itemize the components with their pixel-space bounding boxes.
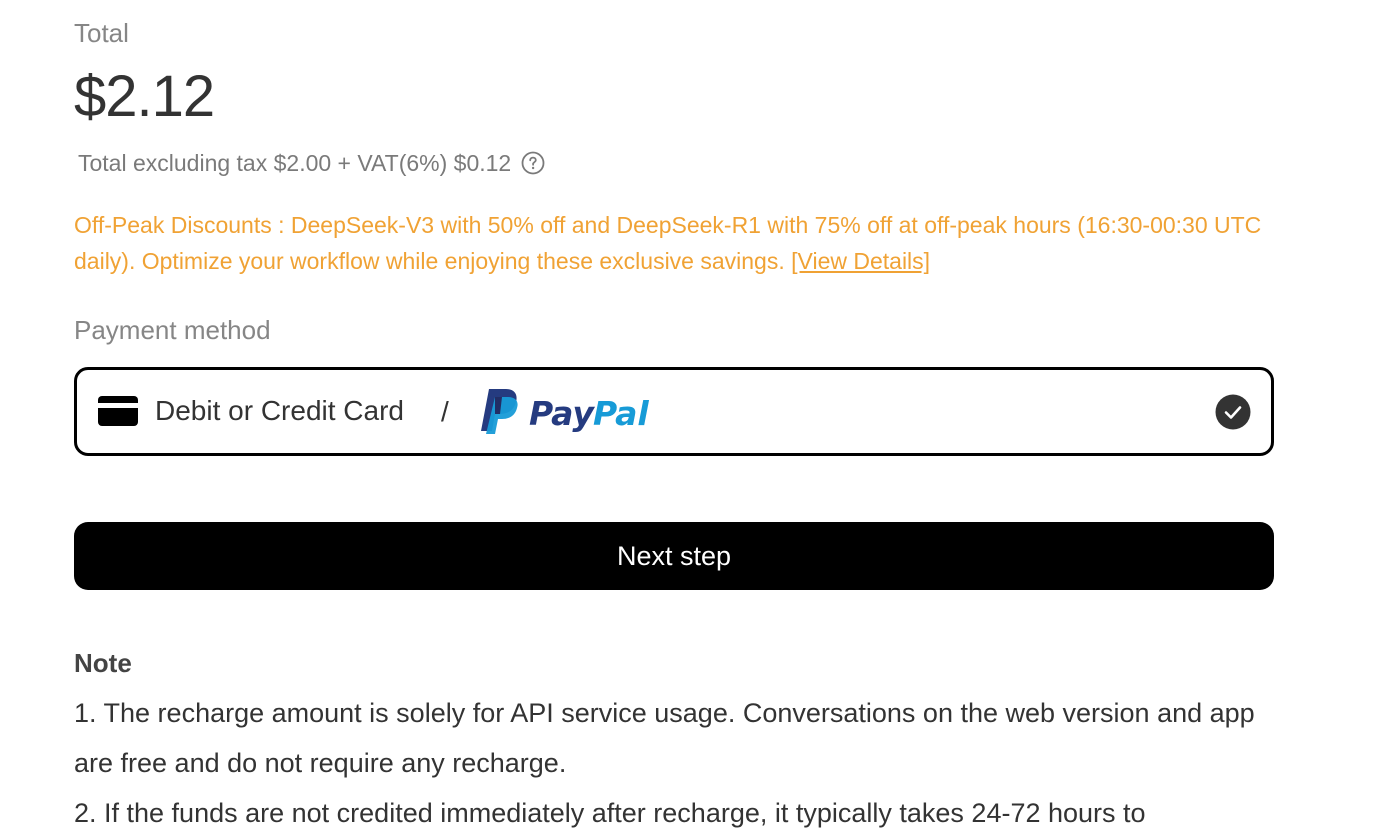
next-step-button[interactable]: Next step	[74, 522, 1274, 590]
payment-option-card-paypal[interactable]: Debit or Credit Card / Pay Pal	[74, 367, 1274, 456]
check-circle-icon	[1215, 394, 1251, 430]
view-details-link[interactable]: [View Details]	[791, 248, 930, 274]
paypal-wordmark-pay: Pay	[529, 394, 595, 433]
off-peak-discount-text: Off-Peak Discounts : DeepSeek-V3 with 50…	[74, 212, 1262, 274]
note-title: Note	[74, 648, 132, 678]
payment-option-separator: /	[441, 396, 449, 427]
total-amount: $2.12	[74, 64, 215, 129]
credit-card-icon	[98, 396, 138, 426]
payment-method-label: Payment method	[74, 315, 271, 345]
question-circle-icon[interactable]	[521, 151, 545, 175]
payment-option-label: Debit or Credit Card	[155, 395, 404, 426]
note-list: 1. The recharge amount is solely for API…	[74, 688, 1274, 838]
tax-breakdown-text: Total excluding tax $2.00 + VAT(6%) $0.1…	[78, 150, 512, 176]
note-item: 2. If the funds are not credited immedia…	[74, 798, 1146, 828]
paypal-wordmark-pal: Pal	[593, 394, 649, 433]
paypal-logo: Pay Pal	[475, 385, 659, 435]
tax-breakdown: Total excluding tax $2.00 + VAT(6%) $0.1…	[78, 147, 545, 179]
total-label: Total	[74, 18, 129, 48]
off-peak-discount-notice: Off-Peak Discounts : DeepSeek-V3 with 50…	[74, 207, 1279, 279]
note-item: 1. The recharge amount is solely for API…	[74, 698, 1255, 778]
